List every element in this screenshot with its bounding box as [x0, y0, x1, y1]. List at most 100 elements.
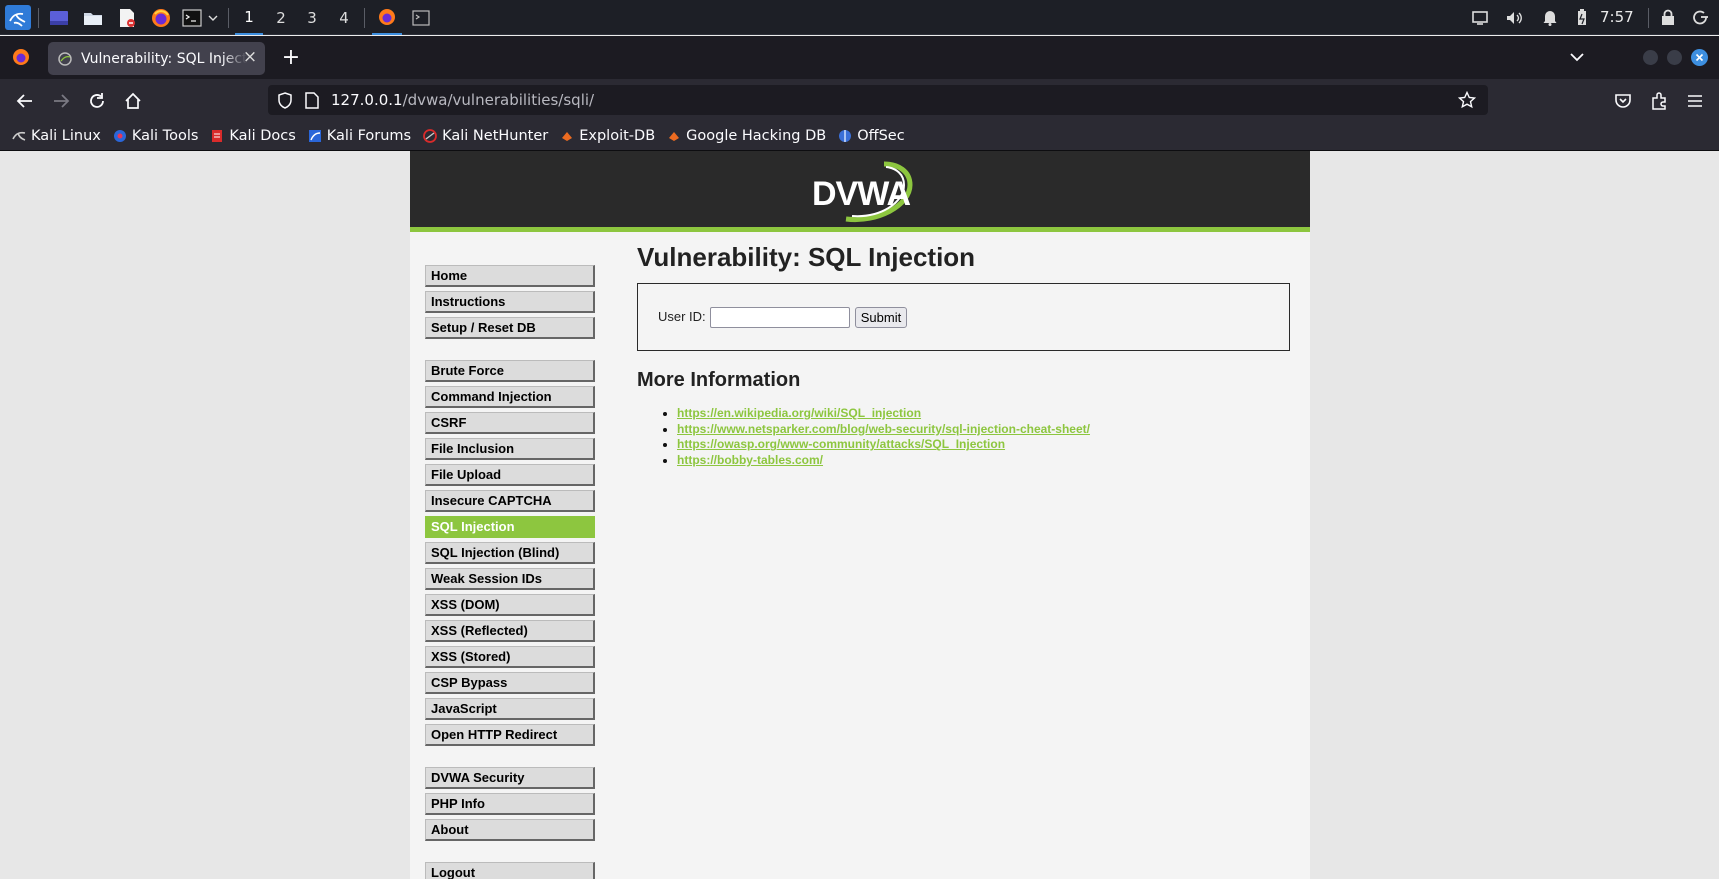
bookmark-star-icon[interactable] — [1458, 91, 1476, 109]
battery-icon — [1574, 7, 1590, 28]
tab-dvwa-sqli[interactable]: Vulnerability: SQL Injection × — [48, 42, 265, 75]
reload-icon[interactable] — [86, 90, 108, 112]
offsec-icon — [838, 129, 852, 143]
menu-item-csp-bypass[interactable]: CSP Bypass — [425, 672, 595, 694]
bookmark-google-hacking-db[interactable]: Google Hacking DB — [667, 128, 826, 144]
menu-item-file-upload[interactable]: File Upload — [425, 464, 595, 486]
bookmark-kali-linux[interactable]: Kali Linux — [12, 128, 101, 144]
menu-item-xss-stored[interactable]: XSS (Stored) — [425, 646, 595, 668]
notifications-bell-icon[interactable] — [1540, 7, 1560, 28]
bookmark-label: Kali NetHunter — [442, 128, 549, 144]
lock-screen-icon[interactable] — [1658, 7, 1678, 28]
link-netsparker-cheatsheet[interactable]: https://www.netsparker.com/blog/web-secu… — [677, 422, 1090, 436]
submit-button[interactable]: Submit — [855, 307, 907, 328]
workspace-1[interactable]: 1 — [235, 0, 263, 35]
page-viewport: DVWA Home Instructions Setup / Reset DB Bru… — [0, 151, 1719, 879]
terminal-launcher-icon[interactable] — [181, 7, 203, 28]
bookmark-label: Kali Forums — [326, 128, 412, 144]
bookmarks-toolbar: Kali Linux Kali Tools Kali Docs Kali For… — [0, 122, 1719, 151]
bookmark-label: Kali Docs — [229, 128, 296, 144]
dvwa-header: DVWA — [410, 151, 1310, 232]
menu-item-instructions[interactable]: Instructions — [425, 291, 595, 313]
pocket-icon[interactable] — [1612, 90, 1634, 112]
bookmark-label: Google Hacking DB — [686, 128, 827, 144]
forward-arrow-icon[interactable] — [50, 90, 72, 112]
window-close-button[interactable] — [1691, 49, 1708, 66]
menu-item-file-inclusion[interactable]: File Inclusion — [425, 438, 595, 460]
menu-item-sql-injection[interactable]: SQL Injection — [425, 516, 595, 538]
logo-text: DVWA — [812, 175, 910, 213]
menu-item-logout[interactable]: Logout — [425, 862, 595, 879]
kali-menu-icon[interactable] — [5, 5, 31, 30]
bookmark-kali-tools[interactable]: Kali Tools — [113, 128, 199, 144]
bookmark-kali-forums[interactable]: Kali Forums — [308, 128, 411, 144]
extensions-icon[interactable] — [1648, 90, 1670, 112]
tab-close-icon[interactable]: × — [241, 49, 259, 67]
menu-divider — [425, 845, 595, 862]
link-bobby-tables[interactable]: https://bobby-tables.com/ — [677, 453, 823, 467]
workspace-3[interactable]: 3 — [298, 0, 326, 35]
menu-item-open-http-redirect[interactable]: Open HTTP Redirect — [425, 724, 595, 746]
url-text[interactable]: 127.0.0.1/dvwa/vulnerabilities/sqli/ — [331, 91, 594, 109]
new-tab-button[interactable]: + — [280, 47, 302, 70]
menu-item-javascript[interactable]: JavaScript — [425, 698, 595, 720]
bookmark-offsec[interactable]: OffSec — [838, 128, 905, 144]
panel-clock[interactable]: 7:57 — [1600, 0, 1634, 35]
menu-divider — [425, 750, 595, 767]
kali-forums-icon — [308, 129, 322, 143]
firefox-view-icon[interactable] — [12, 48, 30, 66]
bookmark-label: Exploit-DB — [579, 128, 656, 144]
workspace-switcher-icon[interactable] — [48, 7, 70, 28]
menu-item-insecure-captcha[interactable]: Insecure CAPTCHA — [425, 490, 595, 512]
bookmark-label: Kali Linux — [31, 128, 101, 144]
menu-item-xss-reflected[interactable]: XSS (Reflected) — [425, 620, 595, 642]
workspace-2[interactable]: 2 — [267, 0, 295, 35]
hamburger-menu-icon[interactable] — [1684, 90, 1706, 112]
more-info-heading: More Information — [637, 369, 801, 391]
main-body: Vulnerability: SQL Injection User ID: Su… — [637, 237, 1290, 469]
tab-title: Vulnerability: SQL Injection — [81, 50, 247, 67]
url-bar[interactable]: 127.0.0.1/dvwa/vulnerabilities/sqli/ — [268, 85, 1488, 115]
page-info-icon[interactable] — [305, 91, 319, 109]
launcher-dropdown-icon[interactable] — [206, 7, 220, 28]
menu-item-brute-force[interactable]: Brute Force — [425, 360, 595, 382]
bookmark-exploit-db[interactable]: Exploit-DB — [560, 128, 655, 144]
text-editor-icon[interactable] — [116, 7, 138, 28]
vulnerable-code-area: User ID: Submit — [637, 283, 1290, 351]
menu-item-home[interactable]: Home — [425, 265, 595, 287]
menu-item-setup-reset-db[interactable]: Setup / Reset DB — [425, 317, 595, 339]
exploit-db-icon — [560, 129, 574, 143]
menu-item-weak-session-ids[interactable]: Weak Session IDs — [425, 568, 595, 590]
taskbar-firefox-window[interactable] — [372, 0, 402, 35]
menu-item-php-info[interactable]: PHP Info — [425, 793, 595, 815]
bookmark-label: Kali Tools — [131, 128, 199, 144]
menu-item-csrf[interactable]: CSRF — [425, 412, 595, 434]
menu-item-dvwa-security[interactable]: DVWA Security — [425, 767, 595, 789]
menu-item-sql-injection-blind[interactable]: SQL Injection (Blind) — [425, 542, 595, 564]
kali-dragon-icon — [12, 129, 26, 143]
menu-item-command-injection[interactable]: Command Injection — [425, 386, 595, 408]
link-wikipedia-sqli[interactable]: https://en.wikipedia.org/wiki/SQL_inject… — [677, 406, 921, 420]
link-owasp-sqli[interactable]: https://owasp.org/www-community/attacks/… — [677, 437, 1005, 451]
window-maximize-button[interactable] — [1667, 50, 1682, 65]
taskbar-terminal-window[interactable] — [410, 7, 432, 28]
bookmark-kali-nethunter[interactable]: Kali NetHunter — [423, 128, 548, 144]
workspace-4[interactable]: 4 — [330, 0, 358, 35]
menu-item-xss-dom[interactable]: XSS (DOM) — [425, 594, 595, 616]
main-menu: Home Instructions Setup / Reset DB Brute Fo… — [425, 265, 595, 879]
tracking-shield-icon[interactable] — [277, 91, 293, 109]
back-arrow-icon[interactable] — [14, 90, 36, 112]
user-id-input[interactable] — [710, 307, 850, 328]
tab-favicon-icon — [58, 51, 72, 66]
menu-item-about[interactable]: About — [425, 819, 595, 841]
window-minimize-button[interactable] — [1643, 50, 1658, 65]
bookmark-kali-docs[interactable]: Kali Docs — [210, 128, 296, 144]
list-all-tabs-icon[interactable] — [1568, 48, 1586, 66]
list-item: https://bobby-tables.com/ — [677, 453, 1290, 469]
display-icon[interactable] — [1470, 7, 1490, 28]
logout-power-icon[interactable] — [1690, 7, 1710, 28]
firefox-launcher-icon[interactable] — [150, 7, 172, 28]
volume-icon[interactable] — [1505, 7, 1525, 28]
home-icon[interactable] — [122, 90, 144, 112]
file-manager-icon[interactable] — [82, 7, 104, 28]
